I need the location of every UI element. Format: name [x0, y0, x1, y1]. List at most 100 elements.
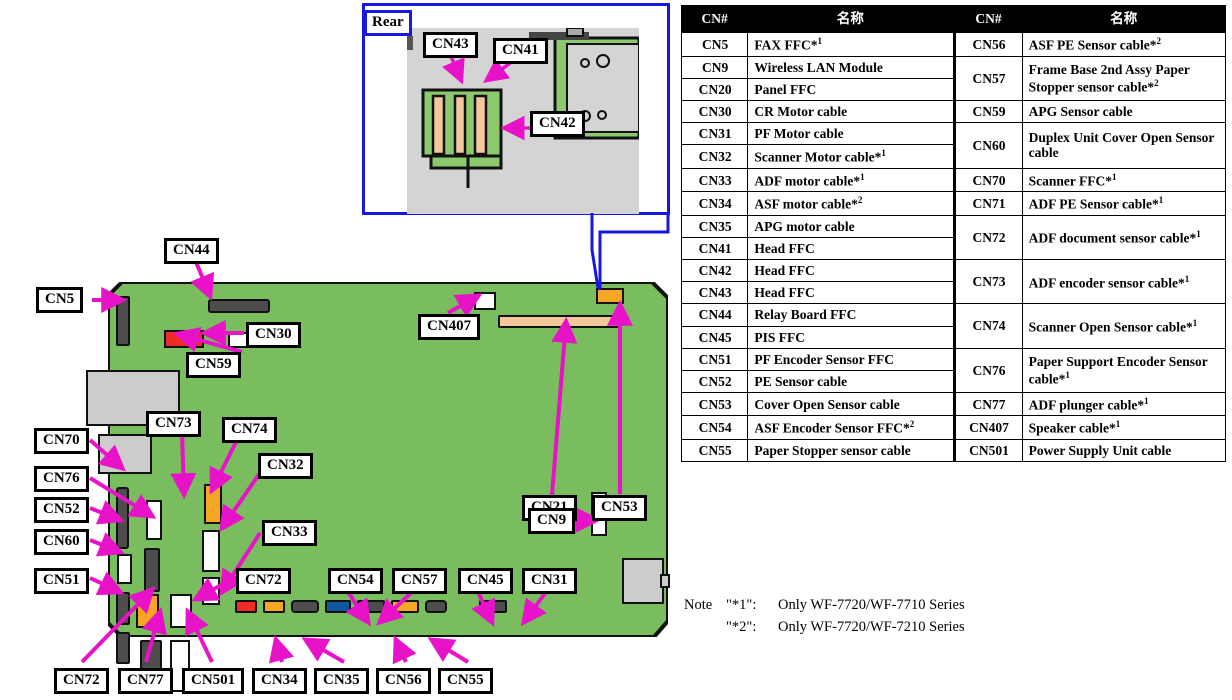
board-label-cn52-14: CN52 — [34, 497, 89, 523]
table-cell-name: Relay Board FFC — [747, 303, 955, 327]
board-label-cn5-1: CN5 — [36, 287, 84, 313]
connector-cn60 — [116, 592, 130, 625]
table-cell-name: CR Motor cable — [747, 99, 955, 124]
table-row: CN55 Paper Stopper sensor cable CN501 Power… — [680, 439, 1227, 463]
footnote-marker: 1 — [1196, 229, 1201, 240]
board-label-text: CN51 — [43, 572, 80, 588]
table-cell-cn: CN43 — [680, 281, 749, 305]
table-cell-name: PF Motor cable — [747, 122, 955, 146]
table-row: CN35 APG motor cable CN72 ADF document sens… — [680, 214, 1227, 261]
note-key-2: "*2": — [726, 619, 757, 636]
table-cell-cn: CN71 — [952, 191, 1023, 216]
board-label-cn72-11: CN72 — [236, 568, 291, 594]
footnote-marker: 1 — [1158, 195, 1164, 206]
footnote-marker: 2 — [909, 419, 915, 430]
board-label-cn9-17: CN9 — [528, 508, 576, 534]
board-label-cn60-15: CN60 — [34, 529, 89, 555]
diagram-page: CN43 CN41 CN42 Rear CN44 CN5 CN30 CN59 C… — [0, 0, 1232, 700]
connector-cn35 — [263, 600, 285, 613]
connector-cn44 — [208, 299, 270, 313]
inset-arrows — [442, 53, 533, 141]
connector-unlabeled-a — [425, 600, 447, 613]
connector-cn74 — [204, 484, 222, 524]
table-cell-name: ADF encoder sensor cable*1 — [1021, 259, 1227, 305]
connector-cn55 — [391, 600, 419, 613]
connector-cn21 — [498, 315, 622, 328]
board-label-text: CN9 — [537, 512, 567, 528]
table-cell-cn: CN32 — [680, 144, 749, 169]
table-cell-cn: CN34 — [680, 191, 749, 216]
inset-label-cn43-text: CN43 — [432, 36, 469, 52]
connector-cn52 — [117, 554, 132, 584]
table-cell-cn: CN72 — [952, 214, 1023, 261]
table-cell-name: ADF document sensor cable*1 — [1021, 214, 1227, 261]
table-cell-cn: CN45 — [680, 325, 749, 349]
footnote-marker: 1 — [817, 36, 822, 47]
board-label-cn70-12: CN70 — [34, 428, 89, 454]
table-cell-cn: CN59 — [952, 99, 1023, 124]
board-label-text: CN77 — [127, 672, 164, 688]
footnote-marker: 2 — [857, 195, 863, 206]
table-cell-cn: CN74 — [952, 303, 1023, 349]
board-label-cn76-13: CN76 — [34, 466, 89, 492]
table-cell-cn: CN76 — [952, 347, 1023, 393]
table-row: CN51 PF Encoder Sensor FFC CN76 Paper Suppo… — [680, 347, 1227, 393]
board-label-text: CN72 — [63, 672, 100, 688]
table-cell-cn: CN42 — [680, 259, 749, 283]
main-board-diagram — [86, 282, 670, 692]
rear-badge: Rear — [364, 10, 412, 36]
table-cell-name: FAX FFC*1 — [747, 32, 955, 57]
table-cell-name: ADF PE Sensor cable*1 — [1021, 191, 1227, 216]
footnote-marker: 2 — [1156, 36, 1161, 47]
board-label-cn30-2: CN30 — [246, 322, 301, 348]
note-text-2: Only WF-7720/WF-7210 Series — [778, 619, 965, 636]
table-cell-name: ASF PE Sensor cable*2 — [1021, 32, 1227, 57]
footnote-marker: 1 — [1065, 369, 1070, 380]
table-row: CN33 ADF motor cable*1 CN70 Scanner FFC*1 — [680, 167, 1227, 193]
board-label-text: CN70 — [43, 432, 80, 448]
table-cell-cn: CN60 — [952, 122, 1023, 169]
table-cell-name: Scanner FFC*1 — [1021, 167, 1227, 193]
inset-label-cn41: CN41 — [493, 38, 548, 64]
table-cell-cn: CN5 — [680, 32, 749, 57]
board-label-cn35-26: CN35 — [314, 668, 369, 694]
board-label-cn407-4: CN407 — [418, 314, 481, 340]
table-cell-name: Head FFC — [747, 237, 955, 261]
connector-cn59 — [164, 330, 204, 348]
table-cell-cn: CN33 — [680, 167, 749, 193]
board-label-text: CN72 — [245, 572, 282, 588]
inset-label-cn42-text: CN42 — [539, 115, 576, 131]
table-cell-name: Duplex Unit Cover Open Sensor cable — [1021, 122, 1227, 169]
table-cell-name: Head FFC — [747, 281, 955, 305]
table-cell-cn: CN31 — [680, 122, 749, 146]
notes-block: Note "*1": Only WF-7720/WF-7710 Series "… — [684, 594, 1224, 639]
rear-badge-text: Rear — [372, 14, 404, 30]
board-label-cn31-21: CN31 — [522, 568, 577, 594]
table-cell-name: Scanner Open Sensor cable*1 — [1021, 303, 1227, 349]
table-row: CN34 ASF motor cable*2 CN71 ADF PE Sensor c… — [680, 191, 1227, 216]
board-label-cn53-6: CN53 — [592, 495, 647, 521]
connector-cn72-b — [170, 594, 192, 628]
table-cell-cn: CN9 — [680, 55, 749, 79]
table-row: CN9 Wireless LAN Module CN57 Frame Base 2nd… — [680, 55, 1227, 101]
table-row: CN53 Cover Open Sensor cable CN77 ADF plung… — [680, 391, 1227, 417]
table-cell-cn: CN54 — [680, 415, 749, 441]
table-row: CN30 CR Motor cable CN59 APG Sensor cable — [680, 99, 1227, 124]
header-name-left: 名称 — [747, 4, 955, 34]
table-cell-cn: CN70 — [952, 167, 1023, 193]
board-label-text: CN33 — [271, 524, 308, 540]
inset-label-cn41-text: CN41 — [502, 42, 539, 58]
table-header-row: CN# 名称 CN# 名称 — [680, 4, 1227, 34]
board-label-cn56-27: CN56 — [376, 668, 431, 694]
connector-cn407 — [474, 292, 496, 310]
header-name-right: 名称 — [1021, 4, 1227, 34]
connector-cn76 — [144, 548, 160, 592]
board-label-text: CN501 — [191, 672, 236, 688]
table-cell-name: ADF plunger cable*1 — [1021, 391, 1227, 417]
table-row: CN42 Head FFC CN73 ADF encoder sensor cable… — [680, 259, 1227, 305]
table-cell-name: Frame Base 2nd Assy Paper Stopper sensor… — [1021, 55, 1227, 101]
board-label-cn45-20: CN45 — [458, 568, 513, 594]
table-cell-cn: CN56 — [952, 32, 1023, 57]
connector-cn73 — [146, 500, 162, 540]
port-small-left — [98, 434, 152, 474]
